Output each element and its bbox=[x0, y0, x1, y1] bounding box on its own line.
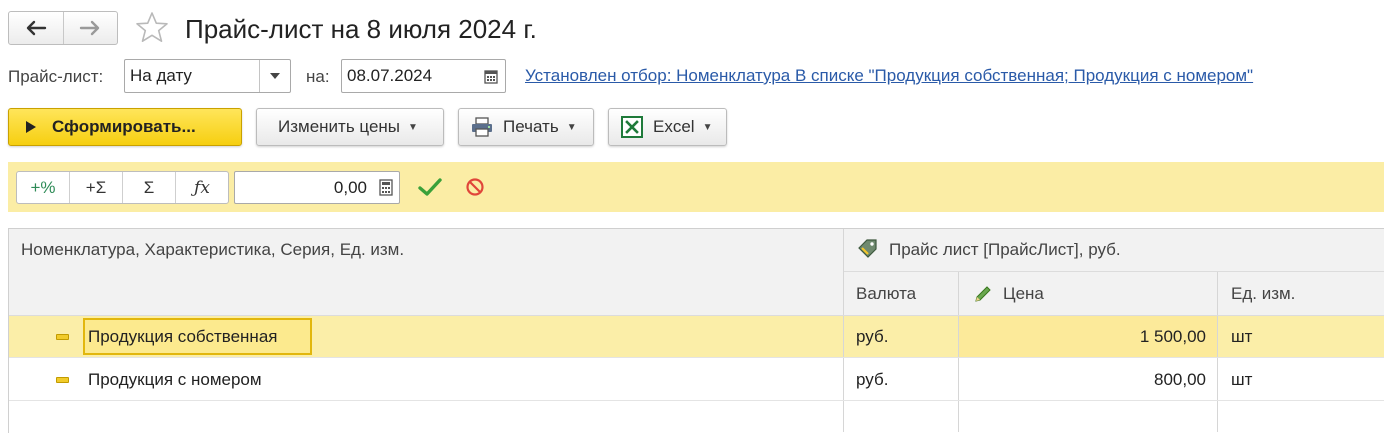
calendar-button[interactable] bbox=[477, 60, 505, 92]
star-icon[interactable] bbox=[134, 10, 170, 46]
change-value: 0,00 bbox=[333, 177, 367, 197]
row-name: Продукция с номером bbox=[88, 370, 262, 389]
excel-button[interactable]: Excel ▼ bbox=[608, 108, 727, 146]
calendar-icon bbox=[484, 69, 498, 84]
filter-link[interactable]: Установлен отбор: Номенклатура В списке … bbox=[525, 66, 1253, 86]
chevron-down-icon: ▼ bbox=[566, 121, 577, 133]
group-icon bbox=[56, 334, 69, 340]
dropdown-button[interactable] bbox=[259, 60, 290, 92]
column-divider bbox=[843, 316, 844, 357]
change-prices-label: Изменить цены bbox=[278, 117, 401, 136]
row-currency: руб. bbox=[856, 370, 889, 389]
calculator-button[interactable] bbox=[373, 179, 399, 196]
price-tag-icon bbox=[858, 239, 877, 258]
page-title: Прайс-лист на 8 июля 2024 г. bbox=[185, 14, 537, 44]
chevron-down-icon: ▼ bbox=[408, 121, 418, 133]
forward-button[interactable] bbox=[62, 12, 118, 44]
date-label: на: bbox=[306, 67, 330, 86]
change-value-field[interactable]: 0,00 bbox=[234, 171, 400, 204]
row-price[interactable]: 1 500,00 bbox=[960, 327, 1206, 347]
col-header-currency[interactable]: Валюта bbox=[856, 284, 916, 304]
col-header-nomenclature[interactable]: Номенклатура, Характеристика, Серия, Ед.… bbox=[21, 240, 404, 260]
excel-icon bbox=[621, 116, 643, 138]
row-divider bbox=[9, 400, 1384, 401]
row-name: Продукция собственная bbox=[88, 327, 278, 346]
column-divider bbox=[958, 316, 959, 357]
price-operations-group: +% +Σ Σ ƒx bbox=[16, 171, 229, 204]
chevron-down-icon: ▼ bbox=[702, 121, 713, 133]
cancel-icon[interactable] bbox=[465, 177, 485, 197]
date-field[interactable]: 08.07.2024 bbox=[341, 59, 506, 93]
header-divider bbox=[844, 271, 1384, 272]
printer-icon bbox=[472, 117, 492, 137]
change-prices-button[interactable]: Изменить цены ▼ bbox=[256, 108, 444, 146]
add-sum-button[interactable]: +Σ bbox=[69, 172, 122, 203]
print-button-label: Печать bbox=[503, 117, 559, 136]
row-divider bbox=[9, 357, 1384, 358]
pricelist-mode-select[interactable]: На дату bbox=[124, 59, 291, 93]
play-icon bbox=[26, 121, 36, 133]
forward-arrow-icon bbox=[80, 20, 100, 36]
col-header-price[interactable]: Цена bbox=[1003, 284, 1044, 304]
pencil-icon bbox=[975, 286, 991, 302]
row-unit: шт bbox=[1231, 327, 1253, 346]
add-percent-button[interactable]: +% bbox=[17, 172, 69, 203]
check-icon[interactable] bbox=[418, 177, 442, 197]
row-price[interactable]: 800,00 bbox=[960, 370, 1206, 390]
generate-button[interactable]: Сформировать... bbox=[8, 108, 242, 146]
col-header-unit[interactable]: Ед. изм. bbox=[1231, 284, 1295, 304]
navigation-buttons bbox=[8, 11, 118, 45]
pricelist-mode-value: На дату bbox=[130, 66, 192, 85]
generate-button-label: Сформировать... bbox=[52, 117, 196, 136]
set-sum-button[interactable]: Σ bbox=[122, 172, 175, 203]
date-value: 08.07.2024 bbox=[347, 66, 433, 85]
row-currency: руб. bbox=[856, 327, 889, 346]
pricelist-label: Прайс-лист: bbox=[8, 67, 104, 86]
back-arrow-icon bbox=[26, 20, 46, 36]
excel-button-label: Excel bbox=[653, 117, 695, 136]
col-group-header-pricelist[interactable]: Прайс лист [ПрайсЛист], руб. bbox=[889, 240, 1121, 260]
dropdown-icon bbox=[270, 73, 280, 79]
back-button[interactable] bbox=[9, 12, 63, 44]
group-icon bbox=[56, 377, 69, 383]
print-button[interactable]: Печать ▼ bbox=[458, 108, 594, 146]
column-divider bbox=[1217, 316, 1218, 357]
formula-button[interactable]: ƒx bbox=[175, 172, 228, 203]
row-unit: шт bbox=[1231, 370, 1253, 389]
calculator-icon bbox=[379, 179, 393, 196]
